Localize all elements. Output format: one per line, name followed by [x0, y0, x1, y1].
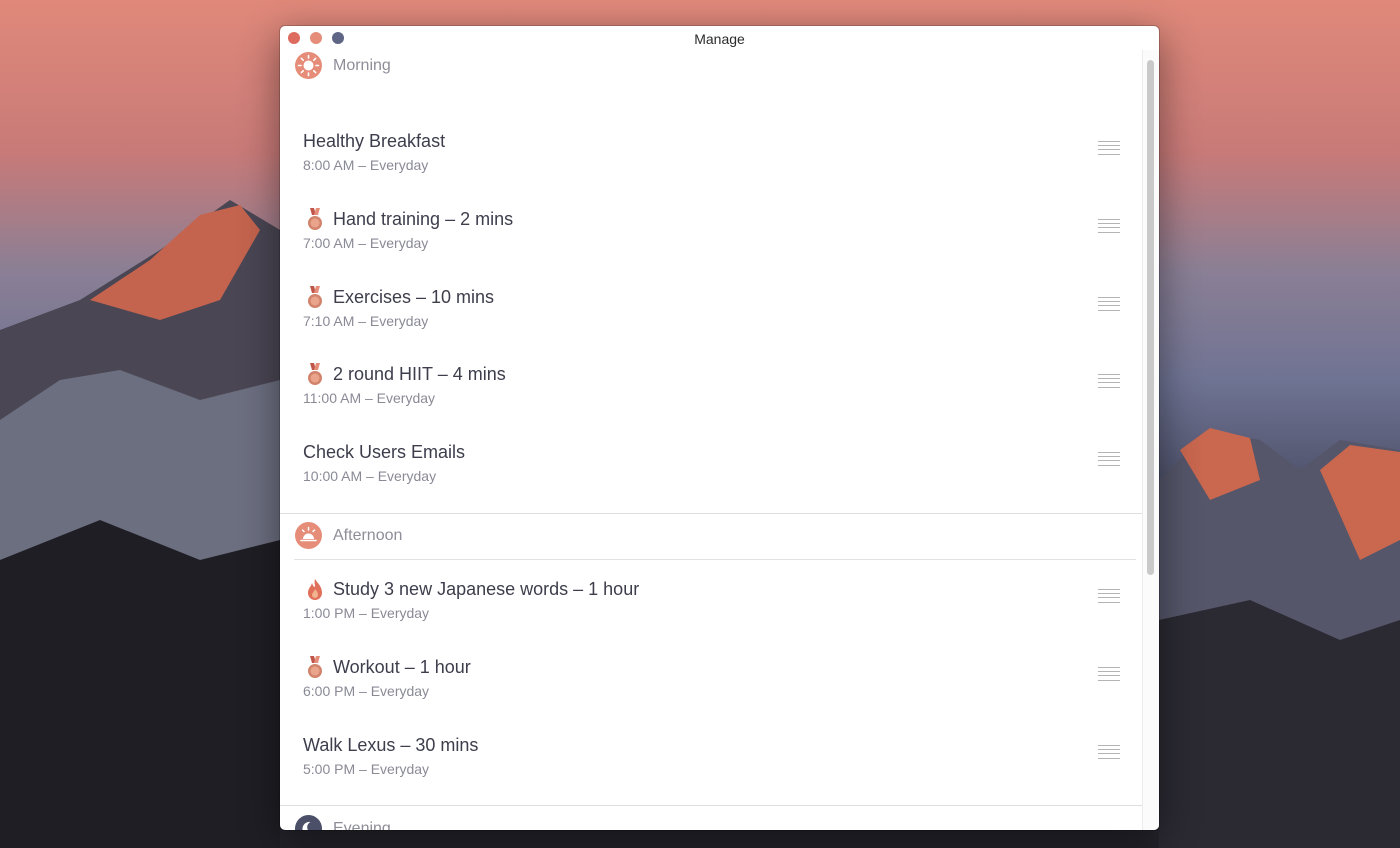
fire-icon — [308, 579, 322, 600]
section-title: Evening — [333, 820, 391, 830]
task-schedule: 7:00 AM – Everyday — [303, 235, 429, 251]
task-schedule: 5:00 PM – Everyday — [303, 761, 430, 777]
medal-icon — [308, 286, 322, 308]
section-divider — [294, 559, 1136, 560]
section-header-afternoon: Afternoon — [280, 522, 1142, 556]
task-title: Check Users Emails — [303, 442, 466, 462]
task-schedule: 10:00 AM – Everyday — [303, 468, 437, 484]
task-row[interactable]: Workout – 1 hour 6:00 PM – Everyday — [280, 656, 1142, 731]
section-title: Morning — [333, 57, 391, 74]
drag-handle-icon[interactable] — [1098, 141, 1120, 155]
task-schedule: 7:10 AM – Everyday — [303, 313, 429, 329]
section-header-evening: Evening — [280, 815, 1142, 830]
task-title: Hand training – 2 mins — [333, 209, 514, 229]
task-row[interactable]: Study 3 new Japanese words – 1 hour 1:00… — [280, 579, 1142, 653]
window-title: Manage — [694, 31, 745, 47]
task-row[interactable]: Exercises – 10 mins 7:10 AM – Everyday — [280, 286, 1142, 361]
task-title: Healthy Breakfast — [303, 131, 446, 151]
medal-icon — [308, 656, 322, 678]
task-schedule: 8:00 AM – Everyday — [303, 157, 429, 173]
drag-handle-icon[interactable] — [1098, 667, 1120, 681]
task-schedule: 6:00 PM – Everyday — [303, 683, 430, 699]
manage-window: Manage Morning Healthy Breakfast 8:00 AM… — [280, 26, 1159, 830]
task-row[interactable]: Check Users Emails 10:00 AM – Everyday — [280, 442, 1142, 516]
medal-icon — [308, 208, 322, 230]
task-title: Study 3 new Japanese words – 1 hour — [333, 579, 640, 599]
section-title: Afternoon — [333, 527, 403, 544]
task-row[interactable]: Hand training – 2 mins 7:00 AM – Everyda… — [280, 208, 1142, 283]
task-row[interactable]: Walk Lexus – 30 mins 5:00 PM – Everyday — [280, 735, 1142, 809]
drag-handle-icon[interactable] — [1098, 745, 1120, 759]
section-divider — [280, 513, 1142, 514]
task-title: Exercises – 10 mins — [333, 287, 495, 307]
medal-icon — [308, 363, 322, 385]
task-title: Walk Lexus – 30 mins — [303, 735, 479, 755]
task-list: Morning Healthy Breakfast 8:00 AM – Ever… — [280, 50, 1142, 830]
drag-handle-icon[interactable] — [1098, 219, 1120, 233]
task-schedule: 1:00 PM – Everyday — [303, 605, 430, 621]
section-divider — [280, 805, 1142, 806]
task-title: Workout – 1 hour — [333, 657, 471, 677]
drag-handle-icon[interactable] — [1098, 297, 1120, 311]
task-row[interactable]: 2 round HIIT – 4 mins 11:00 AM – Everyda… — [280, 363, 1142, 438]
task-row[interactable]: Healthy Breakfast 8:00 AM – Everyday — [280, 131, 1142, 205]
drag-handle-icon[interactable] — [1098, 452, 1120, 466]
drag-handle-icon[interactable] — [1098, 374, 1120, 388]
task-schedule: 11:00 AM – Everyday — [303, 390, 436, 406]
scrollbar-thumb[interactable] — [1147, 60, 1154, 575]
drag-handle-icon[interactable] — [1098, 589, 1120, 603]
sun-icon — [295, 52, 322, 79]
vertical-scrollbar[interactable] — [1142, 50, 1159, 830]
task-title: 2 round HIIT – 4 mins — [333, 364, 506, 384]
sunset-icon — [295, 522, 322, 549]
moon-icon — [295, 815, 322, 830]
title-bar: Manage — [280, 26, 1159, 50]
section-header-morning: Morning — [280, 52, 1142, 86]
